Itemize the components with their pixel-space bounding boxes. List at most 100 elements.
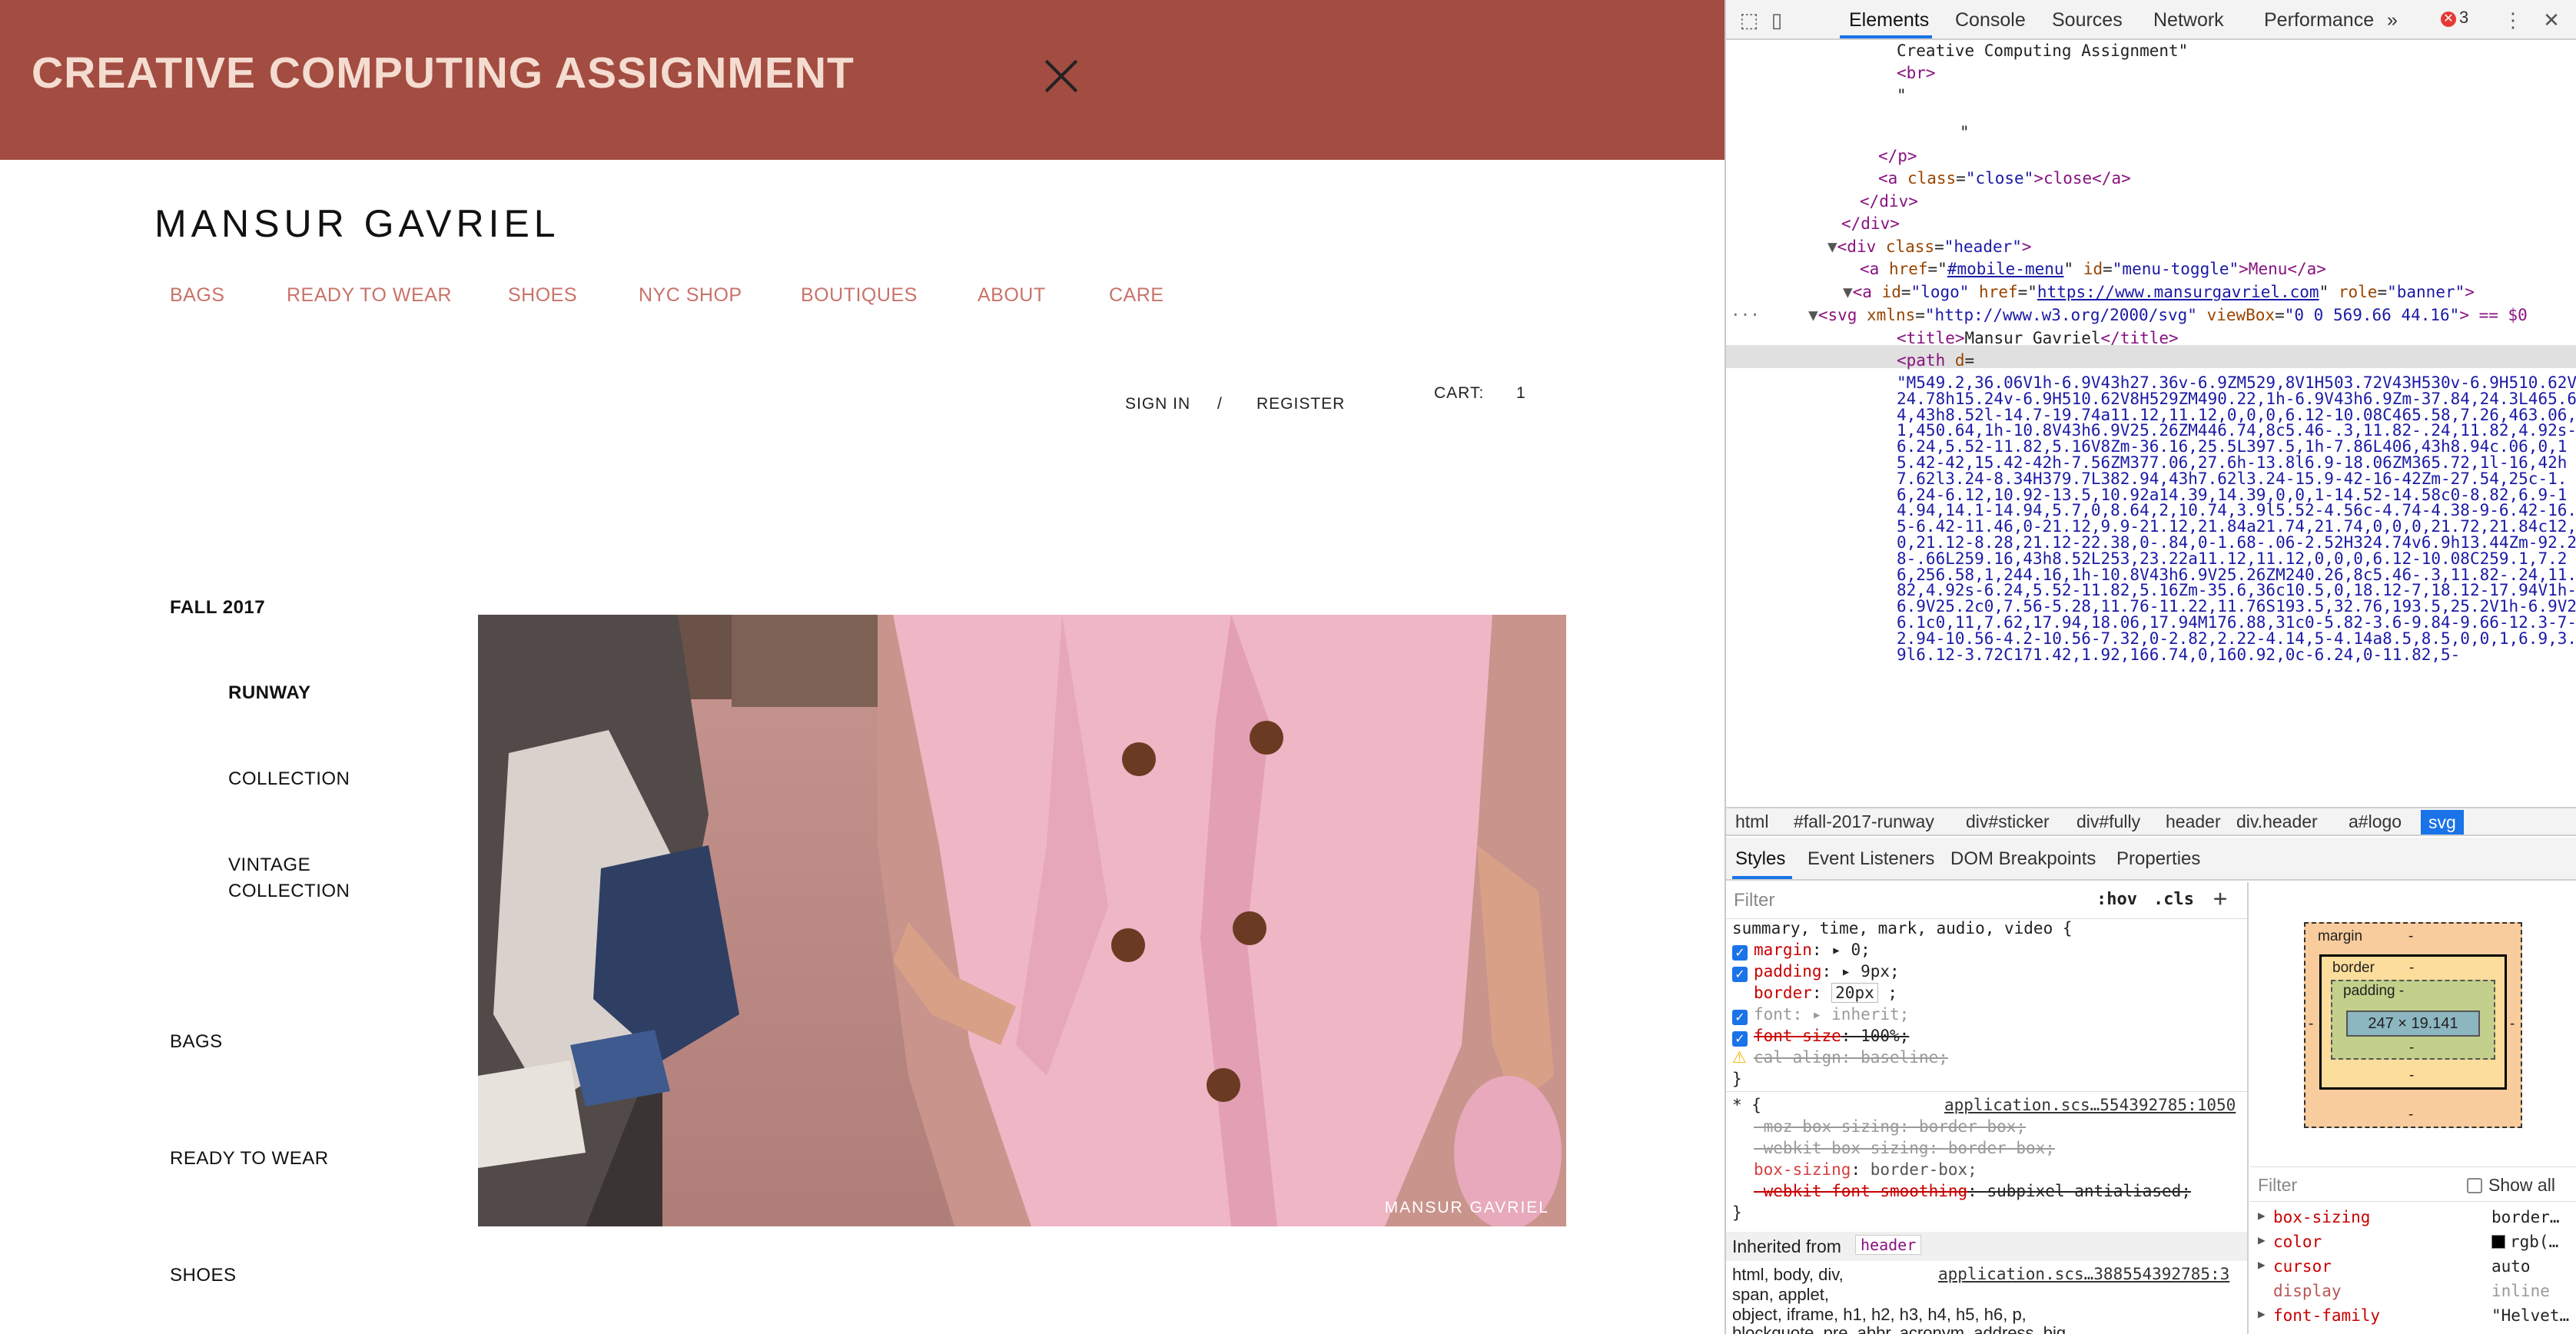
runway-illustration	[478, 615, 1566, 1226]
register-link[interactable]: REGISTER	[1256, 395, 1345, 413]
computed-property-row[interactable]: ▶ color rgb(…	[2250, 1229, 2576, 1254]
style-declaration[interactable]: ✓ font: ▸ inherit;	[1732, 1005, 1909, 1025]
tab-event-listeners[interactable]: Event Listeners	[1808, 848, 1934, 870]
sidebar-link-shoes[interactable]: SHOES	[170, 1265, 237, 1286]
sidebar-link-collection[interactable]: COLLECTION	[228, 768, 350, 790]
kebab-menu-icon[interactable]: ⋮	[2501, 8, 2525, 32]
close-devtools-icon[interactable]: ✕	[2539, 8, 2564, 32]
dom-line[interactable]: <a class="close">close</a>	[1878, 168, 2131, 191]
rule-selector: blockquote, pre, abbr, acronym, address,…	[1732, 1323, 2071, 1334]
rule-source-link[interactable]: application.scs…3885543927​85:3	[1938, 1265, 2229, 1283]
sidebar-link-vintage[interactable]: VINTAGE COLLECTION	[228, 854, 350, 907]
sign-in-link[interactable]: SIGN IN	[1125, 395, 1190, 413]
tab-dom-breakpoints[interactable]: DOM Breakpoints	[1950, 848, 2096, 870]
cart-label[interactable]: CART:	[1434, 384, 1484, 403]
tab-performance[interactable]: Performance	[2264, 9, 2374, 32]
close-icon[interactable]	[1043, 58, 1080, 95]
box-model-padding[interactable]: padding - - 247 × 19.141	[2331, 980, 2495, 1060]
error-count: 3	[2459, 8, 2469, 27]
tab-styles[interactable]: Styles	[1735, 848, 1785, 870]
styles-filter-input[interactable]: Filter	[1734, 890, 1774, 911]
breadcrumb-item[interactable]: #fall-2017-runway	[1794, 811, 1934, 832]
style-declaration[interactable]: ✓ padding: ▸ 9px;	[1732, 962, 1900, 982]
computed-filter-bar: Filter Show all	[2250, 1166, 2576, 1202]
breadcrumb-item-active[interactable]: svg	[2421, 810, 2464, 835]
tab-sources[interactable]: Sources	[2052, 9, 2123, 32]
nav-link-bags[interactable]: BAGS	[170, 284, 224, 307]
dom-line[interactable]: ▼<div class="header">	[1827, 236, 2032, 259]
box-padding-value: -	[2409, 1040, 2415, 1056]
box-model-border[interactable]: border - - padding - - 247 × 19.141	[2319, 954, 2507, 1090]
breadcrumb-item[interactable]: div.header	[2236, 811, 2318, 832]
box-model-margin[interactable]: margin - - - - border - - padding - - 24…	[2304, 922, 2522, 1128]
sidebar-vintage-line1: VINTAGE	[228, 854, 311, 875]
image-watermark: MANSUR GAVRIEL	[1384, 1199, 1549, 1216]
sidebar-link-bags[interactable]: BAGS	[170, 1031, 223, 1053]
more-tabs-icon[interactable]: »	[2387, 9, 2398, 32]
inherited-element-link[interactable]: header	[1855, 1235, 1922, 1255]
tab-elements[interactable]: Elements	[1849, 9, 1929, 32]
breadcrumb-item[interactable]: a#logo	[2349, 811, 2402, 832]
style-declaration-overridden[interactable]: -webkit-box-sizing: border-box;	[1754, 1139, 2055, 1157]
breadcrumb: html #fall-2017-runway div#sticker div#f…	[1726, 807, 2576, 836]
tab-properties[interactable]: Properties	[2116, 848, 2200, 870]
account-separator: /	[1217, 395, 1223, 413]
computed-pane[interactable]: margin - - - - border - - padding - - 24…	[2250, 882, 2576, 1334]
nav-link-boutiques[interactable]: BOUTIQUES	[801, 284, 918, 307]
breadcrumb-item[interactable]: div#sticker	[1966, 811, 2050, 832]
breadcrumb-item[interactable]: html	[1735, 811, 1768, 832]
nav-link-ready-to-wear[interactable]: READY TO WEAR	[287, 284, 452, 307]
sidebar-link-runway[interactable]: RUNWAY	[228, 682, 310, 704]
tab-network[interactable]: Network	[2153, 9, 2224, 32]
breadcrumb-item[interactable]: div#fully	[2076, 811, 2140, 832]
style-declaration-invalid[interactable]: -webkit-font-smoothing: subpixel-antiali…	[1754, 1182, 2191, 1200]
new-rule-button[interactable]: +	[2213, 885, 2227, 912]
inspect-element-icon[interactable]: ⬚	[1737, 8, 1761, 32]
assignment-banner: CREATIVE COMPUTING ASSIGNMENT	[0, 0, 1725, 160]
style-declaration-overridden[interactable]: ✓ font-size: 100%;	[1732, 1027, 1909, 1047]
expand-triangle-icon[interactable]: ▶	[2258, 1306, 2266, 1321]
show-all-toggle[interactable]: Show all	[2467, 1175, 2555, 1196]
class-toggle[interactable]: .cls	[2153, 890, 2194, 909]
dom-line-selected[interactable]: ··· ▼<svg xmlns="http://www.w3.org/2000/…	[1731, 304, 2528, 327]
site-logo[interactable]: MANSUR GAVRIEL	[154, 201, 560, 246]
computed-property-row[interactable]: display inline	[2250, 1279, 2576, 1303]
style-declaration-invalid[interactable]: ⚠ cal-align: baseline;	[1732, 1048, 1948, 1067]
nav-link-shoes[interactable]: SHOES	[508, 284, 577, 307]
dom-tree[interactable]: Creative Computing Assignment" <br> " " …	[1726, 40, 2576, 807]
dom-line[interactable]: ▼<a id="logo" href="https://www.mansurga…	[1843, 281, 2475, 304]
style-declaration-editing[interactable]: border: 20px ;	[1754, 983, 1897, 1003]
sidebar-link-ready-to-wear[interactable]: READY TO WEAR	[170, 1148, 329, 1170]
device-toolbar-icon[interactable]: ▯	[1764, 8, 1789, 32]
color-swatch[interactable]	[2491, 1235, 2505, 1249]
style-declaration[interactable]: box-sizing: border-box;	[1754, 1160, 1977, 1179]
computed-property-row[interactable]: ▶ box-sizing border…	[2250, 1205, 2576, 1229]
dom-line[interactable]: <a href="#mobile-menu" id="menu-toggle">…	[1860, 258, 2326, 281]
computed-property-row[interactable]: ▶ cursor auto	[2250, 1254, 2576, 1279]
expand-triangle-icon[interactable]: ▶	[2258, 1257, 2266, 1272]
style-declaration-overridden[interactable]: -moz-box-sizing: border-box;	[1754, 1117, 2026, 1136]
web-page: CREATIVE COMPUTING ASSIGNMENT MANSUR GAV…	[0, 0, 1725, 1334]
box-model-content[interactable]: 247 × 19.141	[2346, 1010, 2480, 1037]
style-declaration[interactable]: ✓ margin: ▸ 0;	[1732, 941, 1871, 961]
tab-console[interactable]: Console	[1955, 9, 2026, 32]
dom-line[interactable]: <path d=	[1897, 350, 1974, 373]
nav-link-care[interactable]: CARE	[1109, 284, 1164, 307]
nav-link-about[interactable]: ABOUT	[978, 284, 1046, 307]
computed-filter-input[interactable]: Filter	[2258, 1175, 2297, 1196]
breadcrumb-item[interactable]: header	[2166, 811, 2221, 832]
error-counter[interactable]: ✕ 3	[2441, 8, 2468, 28]
styles-pane[interactable]: Filter :hov .cls + summary, time, mark, …	[1726, 882, 2249, 1334]
dom-line[interactable]: <title>Mansur Gavriel</title>	[1897, 327, 2179, 350]
computed-property-row[interactable]: ▶ font-family "Helvet…	[2250, 1303, 2576, 1328]
expand-triangle-icon[interactable]: ▶	[2258, 1208, 2266, 1223]
checkbox-checked-icon: ✓	[1732, 945, 1748, 961]
hover-state-toggle[interactable]: :hov	[2096, 890, 2137, 909]
runway-photo[interactable]: MANSUR GAVRIEL	[478, 615, 1566, 1226]
rule-divider	[1726, 1091, 2247, 1092]
nav-link-nyc-shop[interactable]: NYC SHOP	[639, 284, 742, 307]
rule-source-link[interactable]: application.scs…554392785:1050	[1944, 1096, 2236, 1114]
cart-count[interactable]: 1	[1516, 384, 1526, 403]
expand-triangle-icon[interactable]: ▶	[2258, 1233, 2266, 1247]
box-margin-value: -	[2408, 928, 2414, 944]
